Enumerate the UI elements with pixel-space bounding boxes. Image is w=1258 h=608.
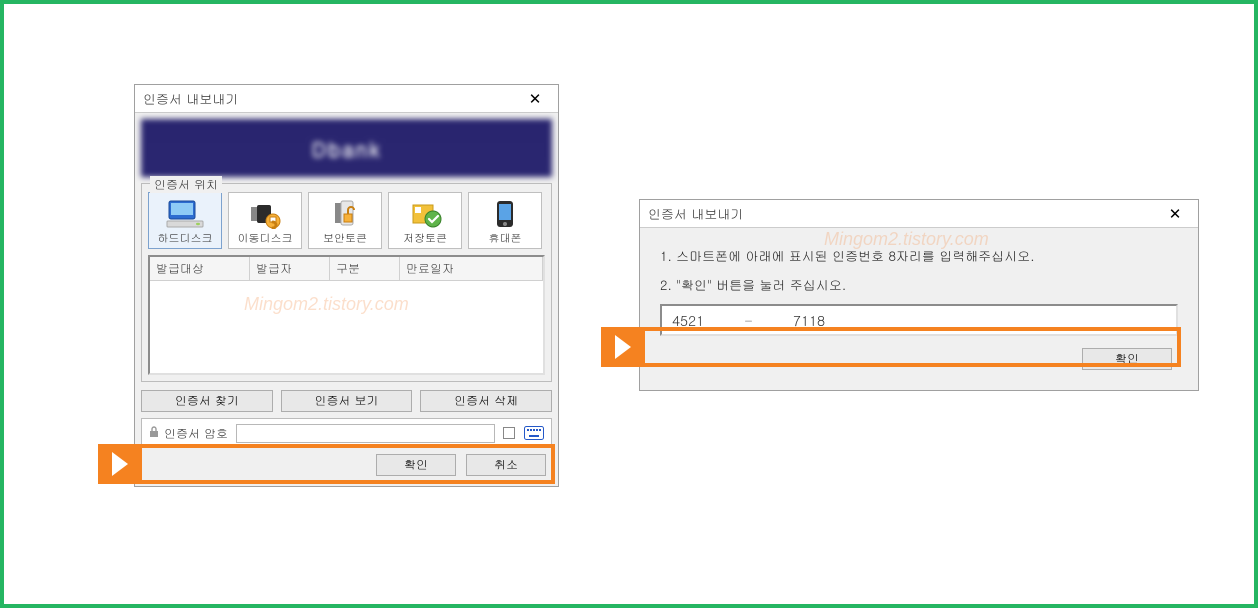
location-label: 휴대폰	[471, 231, 539, 246]
cancel-button[interactable]: 취소	[466, 454, 546, 476]
location-harddisk[interactable]: 하드디스크	[148, 192, 222, 249]
callout-arrow-icon	[601, 327, 641, 367]
instruction-line-1: 1. 스마트폰에 아래에 표시된 인증번호 8자리를 입력해주십시오.	[660, 246, 1184, 265]
close-icon[interactable]: ✕	[1160, 206, 1190, 221]
location-label: 보안토큰	[311, 231, 379, 246]
col-expire: 만료일자	[400, 257, 543, 280]
auth-code-dialog: 인증서 내보내기 ✕ 1. 스마트폰에 아래에 표시된 인증번호 8자리를 입력…	[639, 199, 1199, 391]
lock-icon	[148, 425, 160, 442]
auth-code-part-a: 4521	[672, 310, 704, 330]
location-movable-disk[interactable]: 이동디스크	[228, 192, 302, 249]
location-save-token[interactable]: 저장토큰	[388, 192, 462, 249]
col-issuer: 발급자	[250, 257, 330, 280]
banner-text: Dbank	[312, 134, 381, 163]
phone-icon	[471, 197, 539, 231]
list-header: 발급대상 발급자 구분 만료일자	[150, 257, 543, 281]
ok-button[interactable]: 확인	[1082, 348, 1172, 370]
auth-code-separator: -	[744, 310, 753, 330]
close-icon[interactable]: ✕	[520, 91, 550, 106]
location-label: 이동디스크	[231, 231, 299, 246]
dialog-title: 인증서 내보내기	[648, 204, 743, 223]
cert-action-row: 인증서 찾기 인증서 보기 인증서 삭제	[141, 390, 552, 412]
harddisk-icon	[151, 197, 219, 231]
auth-code-part-b: 7118	[793, 310, 825, 330]
bank-banner: Dbank	[141, 119, 552, 177]
usb-icon	[231, 197, 299, 231]
find-cert-button[interactable]: 인증서 찾기	[141, 390, 273, 412]
dialog-body: 1. 스마트폰에 아래에 표시된 인증번호 8자리를 입력해주십시오. 2. "…	[640, 228, 1198, 390]
view-cert-button[interactable]: 인증서 보기	[281, 390, 413, 412]
col-subject: 발급대상	[150, 257, 250, 280]
cert-list[interactable]: 발급대상 발급자 구분 만료일자	[148, 255, 545, 375]
tutorial-frame: 인증서 내보내기 ✕ Dbank 인증서 위치 하드	[0, 0, 1258, 608]
callout-arrow-icon	[98, 444, 138, 484]
show-password-checkbox[interactable]	[503, 427, 515, 439]
location-security-token[interactable]: 보안토큰	[308, 192, 382, 249]
virtual-keyboard-icon[interactable]	[523, 425, 545, 441]
fieldset-legend: 인증서 위치	[150, 176, 222, 193]
location-label: 저장토큰	[391, 231, 459, 246]
save-token-icon	[391, 197, 459, 231]
location-label: 하드디스크	[151, 231, 219, 246]
cert-password-input[interactable]	[236, 424, 495, 443]
location-phone[interactable]: 휴대폰	[468, 192, 542, 249]
dialog-button-row: 확인 취소	[141, 454, 546, 476]
cert-password-row: 인증서 암호	[141, 418, 552, 448]
cert-export-dialog: 인증서 내보내기 ✕ Dbank 인증서 위치 하드	[134, 84, 559, 487]
col-type: 구분	[330, 257, 400, 280]
dialog-button-row: 확인	[660, 348, 1172, 370]
titlebar: 인증서 내보내기 ✕	[640, 200, 1198, 228]
security-token-icon	[311, 197, 379, 231]
cert-location-fieldset: 인증서 위치 하드디스크	[141, 183, 552, 382]
auth-code-display: 4521 - 7118	[660, 304, 1178, 336]
delete-cert-button[interactable]: 인증서 삭제	[420, 390, 552, 412]
ok-button[interactable]: 확인	[376, 454, 456, 476]
instruction-line-2: 2. "확인" 버튼을 눌러 주십시오.	[660, 275, 1184, 294]
location-row: 하드디스크 이동디스크	[148, 192, 545, 249]
dialog-title: 인증서 내보내기	[143, 89, 238, 108]
password-label: 인증서 암호	[148, 425, 228, 442]
titlebar: 인증서 내보내기 ✕	[135, 85, 558, 113]
